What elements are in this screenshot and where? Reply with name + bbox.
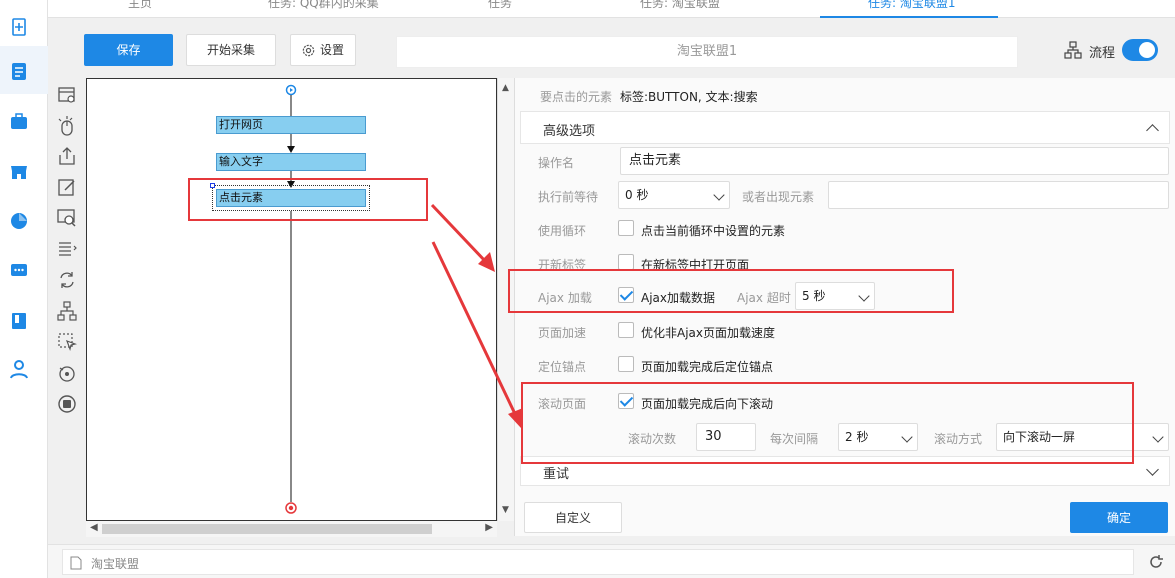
- page-icon: [70, 556, 82, 570]
- page-address-field[interactable]: 淘宝联盟: [62, 549, 1134, 575]
- page-address-text: 淘宝联盟: [91, 557, 140, 571]
- annotation-arrows: [430, 203, 523, 428]
- reload-icon[interactable]: [1148, 554, 1164, 570]
- bottom-bar: 淘宝联盟: [48, 544, 1175, 578]
